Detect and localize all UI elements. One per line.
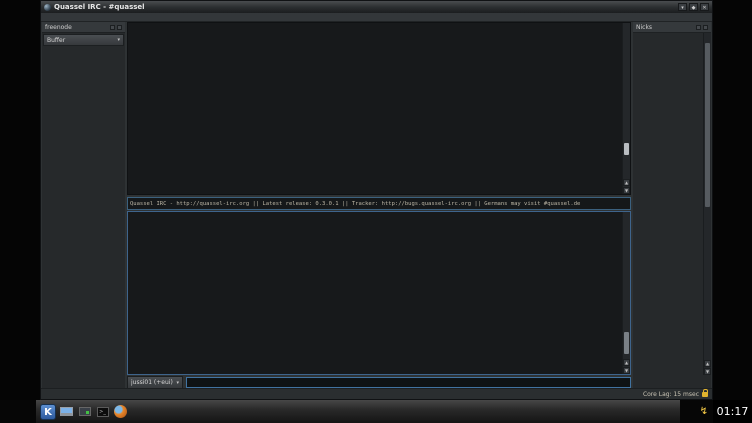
system-launcher-icon[interactable] [59, 404, 74, 419]
close-icon[interactable]: ✕ [700, 3, 709, 11]
core-lag-label: Core Lag: 15 msec [643, 391, 699, 398]
buffer-view-combo[interactable]: Buffer ▾ [43, 34, 124, 46]
titlebar[interactable]: Quassel IRC - #quassel ▾ ◆ ✕ [41, 1, 712, 13]
bottom-chat-scrollbar[interactable]: ▲ ▼ [622, 212, 630, 374]
dock-close-icon[interactable] [117, 25, 122, 30]
scrollbar-thumb[interactable] [624, 143, 629, 155]
scroll-up-icon[interactable]: ▲ [704, 360, 711, 367]
chat-area: ▲ ▼ Quassel IRC - http://quassel-irc.org… [127, 22, 631, 389]
network-launcher-icon[interactable] [77, 404, 92, 419]
scroll-down-icon[interactable]: ▼ [623, 367, 630, 374]
buffer-panel-title: freenode [45, 24, 110, 31]
buffer-list [42, 47, 125, 389]
clock-text: 01:17 [717, 405, 749, 418]
scroll-down-icon[interactable]: ▼ [704, 368, 711, 375]
nick-selector-label: jussi01 (+eui) [131, 379, 176, 386]
nick-panel-title: Nicks [636, 24, 696, 31]
message-input[interactable] [186, 377, 631, 388]
dock-float-icon[interactable] [110, 25, 115, 30]
kde-menu-button[interactable]: K [40, 404, 56, 420]
maximize-icon[interactable]: ◆ [689, 3, 698, 11]
scroll-down-icon[interactable]: ▼ [623, 187, 630, 194]
buffer-view-combo-label: Buffer [47, 37, 117, 44]
quassel-chat-view: ▲ ▼ [127, 211, 631, 375]
top-chat-scrollbar[interactable]: ▲ ▼ [622, 23, 630, 194]
desktop: Quassel IRC - #quassel ▾ ◆ ✕ freenode [0, 0, 752, 423]
taskbar: K >_ ↯ 01:17 [0, 400, 752, 423]
buffer-panel: freenode Buffer ▾ [42, 22, 125, 389]
nick-list: ▲ ▼ [633, 33, 711, 375]
minimize-icon[interactable]: ▾ [678, 3, 687, 11]
dock-close-icon[interactable] [703, 25, 708, 30]
clock[interactable]: 01:17 [713, 400, 752, 423]
scroll-up-icon[interactable]: ▲ [623, 179, 630, 186]
status-bar: Core Lag: 15 msec [41, 388, 712, 399]
terminal-launcher-icon[interactable]: >_ [95, 404, 110, 419]
quassel-window: Quassel IRC - #quassel ▾ ◆ ✕ freenode [40, 0, 713, 400]
topic-text: Quassel IRC - http://quassel-irc.org || … [130, 201, 580, 207]
dock-float-icon[interactable] [696, 25, 701, 30]
window-title: Quassel IRC - #quassel [54, 3, 678, 11]
quassel-app-icon [44, 4, 51, 11]
chevron-down-icon: ▾ [117, 37, 120, 43]
firefox-launcher-icon[interactable] [113, 404, 128, 419]
topic-bar[interactable]: Quassel IRC - http://quassel-irc.org || … [127, 197, 631, 210]
secure-connection-lock-icon [702, 392, 708, 397]
scrollbar-thumb[interactable] [624, 332, 629, 354]
dock-tabs [633, 375, 711, 389]
all-buffers-chat-view: ▲ ▼ [127, 22, 631, 195]
nick-panel: Nicks ▲ ▼ [633, 22, 711, 389]
chevron-down-icon: ▾ [176, 380, 179, 386]
menubar [41, 13, 712, 22]
scrollbar-thumb[interactable] [705, 43, 710, 207]
power-bolt-icon[interactable]: ↯ [700, 407, 708, 417]
nick-list-scrollbar[interactable]: ▲ ▼ [703, 33, 711, 375]
scroll-up-icon[interactable]: ▲ [623, 359, 630, 366]
